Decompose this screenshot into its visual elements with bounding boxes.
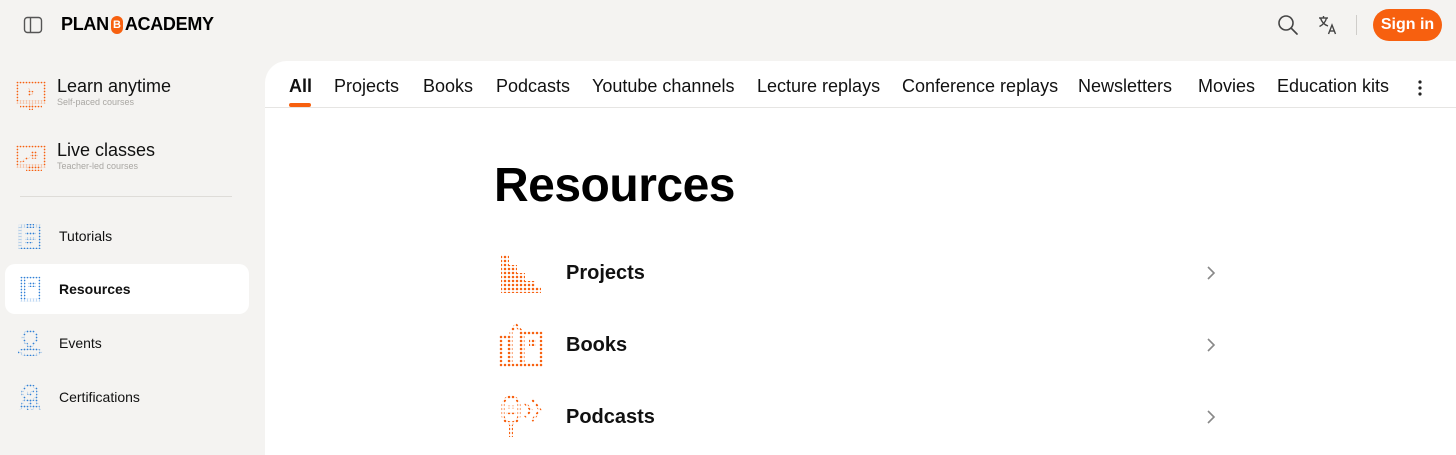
location-pin-icon xyxy=(17,330,43,356)
learn-anytime-title: Learn anytime xyxy=(57,76,172,96)
book-icon xyxy=(19,276,41,302)
tab-movies[interactable]: Movies xyxy=(1198,76,1255,97)
tab-all[interactable]: All xyxy=(289,76,312,97)
logo-text-left: PLAN xyxy=(61,14,109,34)
tab-youtube-channels[interactable]: Youtube channels xyxy=(592,76,734,97)
chevron-right-icon xyxy=(1207,410,1216,424)
sidebar-item-tutorials[interactable]: Tutorials xyxy=(5,211,249,261)
sidebar-item-label: Tutorials xyxy=(59,228,113,244)
sidebar-divider xyxy=(20,196,232,197)
sidebar-item-events[interactable]: Events xyxy=(5,318,249,368)
resource-label: Books xyxy=(566,334,628,356)
sidebar-item-live-classes[interactable]: Live classes Teacher-led courses xyxy=(16,139,155,179)
tab-conference-replays[interactable]: Conference replays xyxy=(902,76,1058,97)
resource-label: Projects xyxy=(566,262,645,284)
tab-projects[interactable]: Projects xyxy=(334,76,399,97)
resource-row-projects[interactable]: Projects xyxy=(494,249,1224,297)
tab-books[interactable]: Books xyxy=(423,76,473,97)
sidebar-item-label: Resources xyxy=(59,281,131,297)
books-icon xyxy=(499,323,543,367)
clipboard-icon xyxy=(18,224,42,249)
sidebar-item-label: Events xyxy=(59,335,102,351)
chevron-right-icon xyxy=(1207,338,1216,352)
tab-newsletters[interactable]: Newsletters xyxy=(1078,76,1172,97)
video-icon xyxy=(16,81,46,110)
tab-education-kits[interactable]: Education kits xyxy=(1277,76,1389,97)
page-title: Resources xyxy=(494,159,735,212)
translate-icon[interactable] xyxy=(1317,14,1339,36)
tab-lecture-replays[interactable]: Lecture replays xyxy=(757,76,880,97)
sidebar: Learn anytime Self-paced courses Live cl… xyxy=(0,52,265,455)
tab-podcasts[interactable]: Podcasts xyxy=(496,76,570,97)
chevron-right-icon xyxy=(1207,266,1216,280)
live-classes-subtitle: Teacher-led courses xyxy=(57,161,139,171)
top-bar: PLAN B ACADEMY Sign in xyxy=(0,0,1456,52)
learn-anytime-subtitle: Self-paced courses xyxy=(57,97,135,107)
sidebar-item-resources[interactable]: Resources xyxy=(5,264,249,314)
tab-bar: All Projects Books Podcasts Youtube chan… xyxy=(265,61,1456,108)
projects-icon xyxy=(501,255,541,293)
sidebar-item-certifications[interactable]: Certifications xyxy=(5,372,249,422)
sidebar-toggle-icon[interactable] xyxy=(23,15,43,35)
main-panel: All Projects Books Podcasts Youtube chan… xyxy=(265,61,1456,455)
more-options-icon[interactable] xyxy=(1413,79,1427,97)
badge-icon xyxy=(19,384,41,410)
logo[interactable]: PLAN B ACADEMY xyxy=(61,14,214,35)
active-tab-indicator xyxy=(289,103,311,107)
teacher-icon xyxy=(16,145,46,171)
logo-mark: B xyxy=(110,15,123,34)
live-classes-title: Live classes xyxy=(57,140,156,160)
sign-in-button[interactable]: Sign in xyxy=(1373,9,1442,41)
header-divider xyxy=(1356,15,1357,35)
resource-row-books[interactable]: Books xyxy=(494,321,1224,369)
search-icon[interactable] xyxy=(1277,14,1299,36)
sidebar-item-learn-anytime[interactable]: Learn anytime Self-paced courses xyxy=(16,75,171,115)
resource-label: Podcasts xyxy=(566,406,655,428)
logo-text-right: ACADEMY xyxy=(124,14,214,34)
sidebar-item-label: Certifications xyxy=(59,389,140,405)
resource-row-podcasts[interactable]: Podcasts xyxy=(494,393,1224,441)
microphone-icon xyxy=(501,395,542,437)
